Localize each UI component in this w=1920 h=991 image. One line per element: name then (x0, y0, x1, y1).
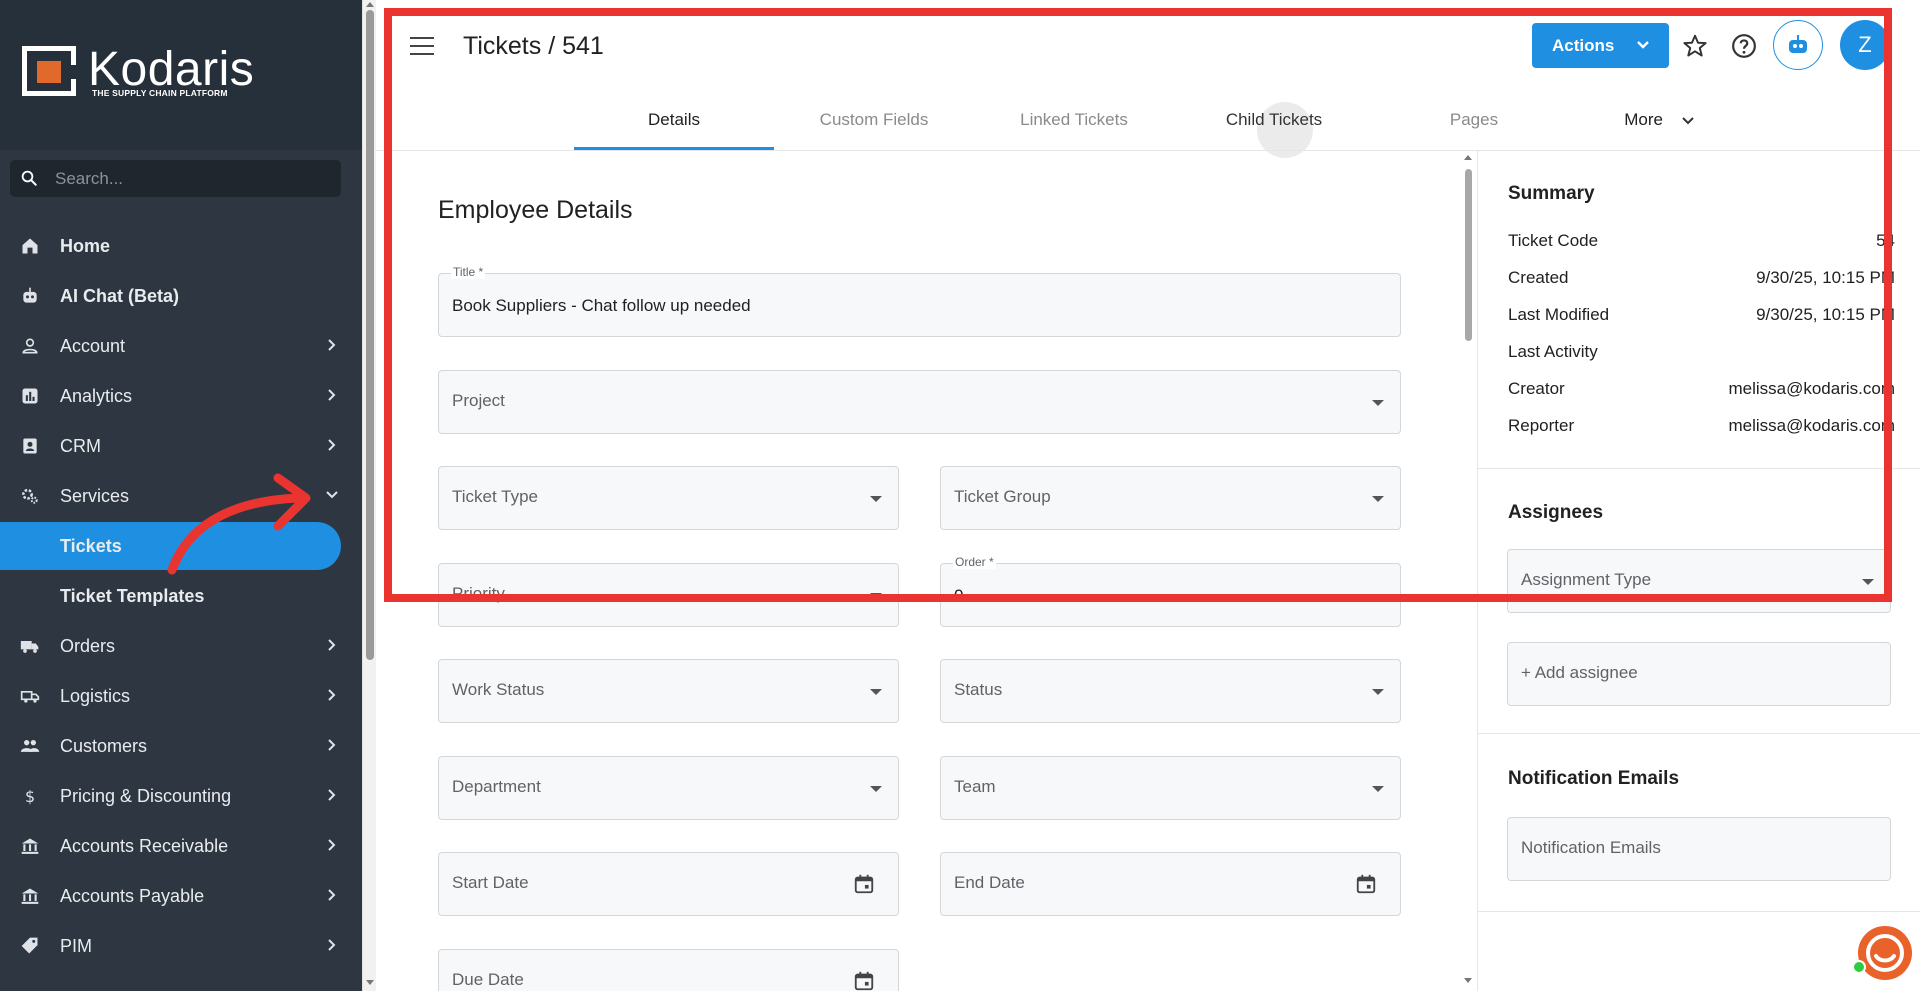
sidebar-item-orders[interactable]: Orders (0, 621, 362, 671)
sidebar-scrollbar[interactable] (362, 0, 376, 991)
person-icon (22, 338, 38, 354)
sidebar-item-logistics[interactable]: Logistics (0, 671, 362, 721)
scroll-down-arrow[interactable] (366, 980, 374, 985)
brand-tagline: THE SUPPLY CHAIN PLATFORM (92, 88, 228, 98)
end-date-placeholder: End Date (954, 873, 1025, 892)
dropdown-arrow-icon (1372, 786, 1384, 792)
due-date-field[interactable]: Due Date (438, 949, 899, 991)
robot-icon (23, 287, 37, 303)
panel-divider (1478, 911, 1920, 912)
sidebar-item-label: Pricing & Discounting (60, 786, 232, 806)
contacts-icon (23, 438, 37, 454)
calendar-icon[interactable] (1355, 873, 1377, 895)
sidebar-nav: Home AI Chat (Beta) Account Analytics CR… (0, 221, 362, 971)
notification-emails-input[interactable]: Notification Emails (1507, 817, 1891, 881)
kodaris-logo-icon[interactable] (22, 46, 77, 96)
department-select[interactable]: Department (438, 756, 899, 820)
tag-icon (21, 937, 38, 954)
work-status-placeholder: Work Status (452, 680, 545, 699)
calendar-icon[interactable] (853, 873, 875, 895)
team-select[interactable]: Team (940, 756, 1401, 820)
sidebar-item-customers[interactable]: Customers (0, 721, 362, 771)
brand-name: Kodaris (88, 43, 255, 96)
notification-emails-placeholder: Notification Emails (1521, 838, 1661, 857)
chevron-right-icon (328, 939, 336, 951)
people-icon (20, 740, 40, 752)
dropdown-arrow-icon (870, 786, 882, 792)
status-select[interactable]: Status (940, 659, 1401, 723)
start-date-placeholder: Start Date (452, 873, 529, 892)
sidebar-item-label: AI Chat (Beta) (60, 286, 180, 306)
sidebar-item-account[interactable]: Account (0, 321, 362, 371)
sidebar-item-label: Home (60, 236, 111, 256)
chevron-right-icon (328, 439, 336, 451)
search-icon (21, 170, 37, 186)
settings-icon (22, 488, 38, 504)
annotation-arrow-icon (167, 473, 311, 575)
due-date-placeholder: Due Date (452, 970, 524, 989)
end-date-field[interactable]: End Date (940, 852, 1401, 916)
online-status-indicator (1852, 960, 1866, 974)
sidebar-item-label: Tickets (60, 536, 122, 556)
start-date-field[interactable]: Start Date (438, 852, 899, 916)
sidebar-item-pim[interactable]: PIM (0, 921, 362, 971)
sidebar-item-label: PIM (60, 936, 93, 956)
highlight-annotation-box (384, 8, 1892, 602)
scroll-up-arrow[interactable] (366, 2, 374, 7)
shipping-icon (20, 691, 40, 703)
sidebar-item-crm[interactable]: CRM (0, 421, 362, 471)
bank-icon (21, 838, 39, 854)
chevron-right-icon (328, 689, 336, 701)
sidebar-item-label: Services (60, 486, 130, 506)
sidebar-item-label: Customers (60, 736, 148, 756)
dropdown-arrow-icon (1372, 689, 1384, 695)
svg-text:$: $ (25, 787, 35, 806)
bank-icon (21, 888, 39, 904)
panel-divider (1478, 733, 1920, 734)
scroll-thumb[interactable] (366, 10, 374, 660)
chevron-right-icon (328, 639, 336, 651)
truck-icon (20, 641, 39, 653)
analytics-icon (22, 388, 38, 404)
dollar-icon: $ (25, 787, 35, 806)
sidebar-item-label: Ticket Templates (60, 586, 205, 606)
sidebar-search[interactable] (10, 160, 341, 197)
chevron-right-icon (328, 889, 336, 901)
add-assignee-button[interactable]: + Add assignee (1507, 642, 1891, 706)
sidebar-item-home[interactable]: Home (0, 221, 362, 271)
chevron-right-icon (328, 739, 336, 751)
sidebar-item-pricing[interactable]: $ Pricing & Discounting (0, 771, 362, 821)
notification-emails-title: Notification Emails (1508, 768, 1680, 789)
sidebar-item-label: Accounts Payable (60, 886, 205, 906)
chevron-right-icon (328, 789, 336, 801)
work-status-select[interactable]: Work Status (438, 659, 899, 723)
logo-area: Kodaris THE SUPPLY CHAIN PLATFORM (0, 0, 362, 150)
sidebar-item-label: Accounts Receivable (60, 836, 229, 856)
home-icon (22, 238, 38, 254)
sidebar-item-label: Analytics (60, 386, 133, 406)
status-placeholder: Status (954, 680, 1003, 699)
chevron-right-icon (328, 389, 336, 401)
chevron-right-icon (328, 839, 336, 851)
scroll-down-arrow[interactable] (1464, 978, 1472, 983)
sidebar-item-label: CRM (60, 436, 101, 456)
sidebar-item-label: Orders (60, 636, 116, 656)
sidebar-item-analytics[interactable]: Analytics (0, 371, 362, 421)
chevron-down-icon (326, 491, 338, 499)
team-placeholder: Team (954, 777, 996, 796)
calendar-icon[interactable] (853, 970, 875, 991)
sidebar-item-accounts-payable[interactable]: Accounts Payable (0, 871, 362, 921)
sidebar-search-input[interactable] (55, 160, 325, 197)
dropdown-arrow-icon (870, 689, 882, 695)
live-chat-icon[interactable] (1852, 922, 1914, 984)
sidebar-item-ai-chat[interactable]: AI Chat (Beta) (0, 271, 362, 321)
add-assignee-label: + Add assignee (1521, 663, 1638, 682)
department-placeholder: Department (452, 777, 541, 796)
sidebar-item-label: Logistics (60, 686, 131, 706)
chevron-right-icon (328, 339, 336, 351)
sidebar-item-accounts-receivable[interactable]: Accounts Receivable (0, 821, 362, 871)
sidebar-item-label: Account (60, 336, 126, 356)
